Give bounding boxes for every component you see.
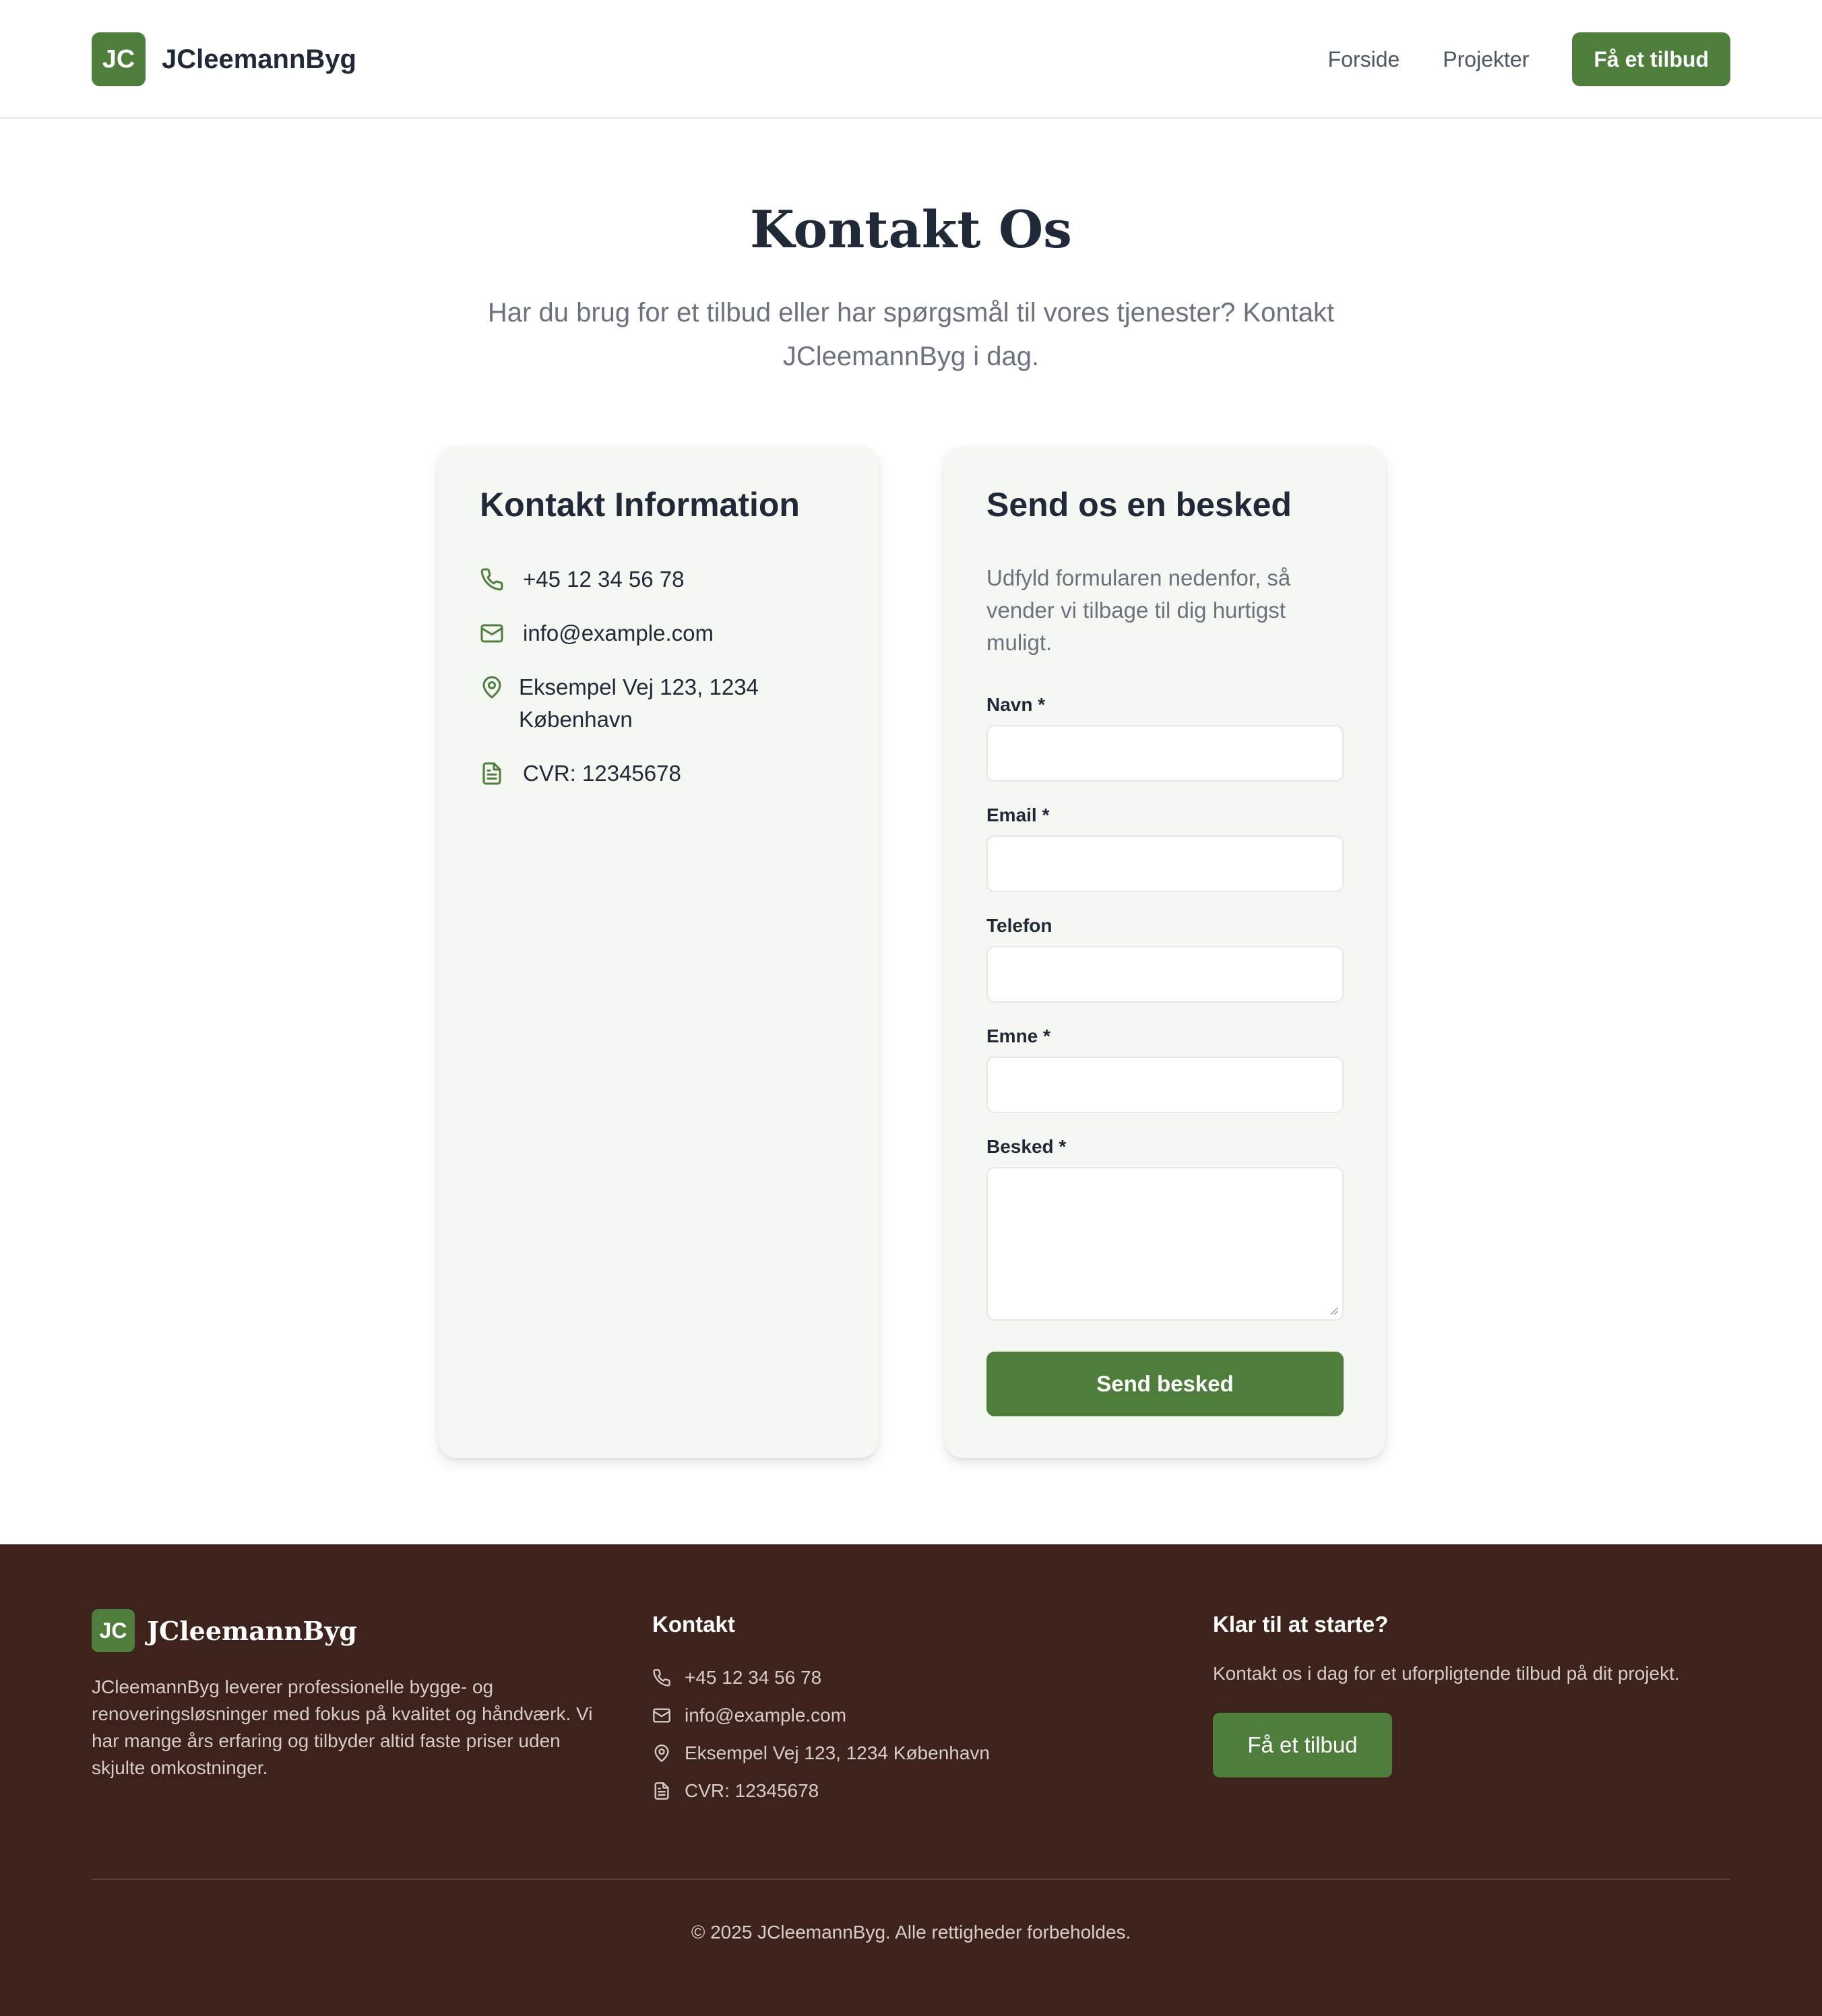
subject-input[interactable] xyxy=(986,1057,1344,1113)
resize-handle-icon[interactable] xyxy=(1327,1304,1338,1315)
phone-input[interactable] xyxy=(986,946,1344,1003)
mail-icon xyxy=(480,617,507,650)
message-label: Besked * xyxy=(986,1136,1067,1157)
form-intro: Udfyld formularen nedenfor, så vender vi… xyxy=(986,565,1291,655)
logo-mark: JC xyxy=(92,32,146,86)
footer-email[interactable]: info@example.com xyxy=(685,1705,846,1726)
footer-contact-heading: Kontakt xyxy=(652,1612,735,1637)
phone-icon xyxy=(480,563,507,596)
page-subtitle: Har du brug for et tilbud eller har spør… xyxy=(487,298,1335,371)
site-header: JC JCleemannByg Forside Projekter Få et … xyxy=(0,0,1822,119)
nav-quote-button[interactable]: Få et tilbud xyxy=(1572,32,1730,86)
footer-cta-heading: Klar til at starte? xyxy=(1213,1612,1389,1637)
contact-address-row: Eksempel Vej 123, 1234 København xyxy=(480,671,759,736)
nav-link-forside[interactable]: Forside xyxy=(1328,47,1400,72)
footer-address-row: Eksempel Vej 123, 1234 København xyxy=(652,1740,990,1767)
footer-phone[interactable]: +45 12 34 56 78 xyxy=(685,1667,821,1689)
footer-logo-mark: JC xyxy=(92,1609,135,1652)
contact-email[interactable]: info@example.com xyxy=(523,617,714,650)
contact-cvr: CVR: 12345678 xyxy=(523,761,681,786)
email-input[interactable] xyxy=(986,836,1344,892)
footer-address: Eksempel Vej 123, 1234 København xyxy=(685,1742,990,1763)
footer-brand-name: JCleemannByg xyxy=(147,1615,357,1646)
email-label: Email * xyxy=(986,805,1050,825)
page-title: Kontakt Os xyxy=(750,199,1072,259)
brand-logo[interactable]: JC JCleemannByg xyxy=(92,32,356,86)
footer-cta-text: Kontakt os i dag for et uforpligtende ti… xyxy=(1213,1663,1680,1684)
contact-address-line1: Eksempel Vej 123, 1234 xyxy=(519,674,759,699)
footer-cvr: CVR: 12345678 xyxy=(685,1780,819,1801)
send-message-button[interactable]: Send besked xyxy=(986,1352,1344,1416)
contact-address-line2: København xyxy=(519,707,633,732)
main-nav: Forside Projekter Få et tilbud xyxy=(1328,32,1730,86)
footer-copyright: © 2025 JCleemannByg. Alle rettigheder fo… xyxy=(691,1922,1131,1943)
contact-phone[interactable]: +45 12 34 56 78 xyxy=(523,563,684,596)
map-pin-icon xyxy=(652,1742,674,1764)
message-textarea[interactable] xyxy=(986,1167,1344,1321)
phone-icon xyxy=(652,1667,674,1689)
footer-phone-row: +45 12 34 56 78 xyxy=(652,1664,821,1691)
contact-form-card: Send os en besked Udfyld formularen nede… xyxy=(945,446,1385,1458)
subject-label: Emne * xyxy=(986,1026,1050,1046)
footer-brand[interactable]: JC JCleemannByg xyxy=(92,1609,357,1652)
brand-name: JCleemannByg xyxy=(162,44,356,74)
contact-cvr-row: CVR: 12345678 xyxy=(480,757,681,790)
form-title: Send os en besked xyxy=(986,486,1292,524)
document-icon xyxy=(652,1780,674,1802)
contact-info-card: Kontakt Information +45 12 34 56 78 info… xyxy=(438,446,879,1458)
map-pin-icon xyxy=(480,671,504,703)
name-label: Navn * xyxy=(986,694,1046,715)
footer-quote-button[interactable]: Få et tilbud xyxy=(1213,1713,1392,1777)
phone-label: Telefon xyxy=(986,915,1053,936)
name-input[interactable] xyxy=(986,725,1344,782)
footer-divider xyxy=(92,1879,1730,1880)
contact-info-title: Kontakt Information xyxy=(480,486,800,524)
footer-about: JCleemannByg leverer professionelle bygg… xyxy=(92,1676,593,1778)
site-footer: JC JCleemannByg JCleemannByg leverer pro… xyxy=(0,1544,1822,2016)
footer-cvr-row: CVR: 12345678 xyxy=(652,1777,819,1804)
mail-icon xyxy=(652,1705,674,1726)
contact-address: Eksempel Vej 123, 1234 København xyxy=(519,671,759,736)
nav-link-projekter[interactable]: Projekter xyxy=(1443,47,1529,72)
contact-phone-row: +45 12 34 56 78 xyxy=(480,563,684,596)
document-icon xyxy=(480,757,507,790)
contact-email-row: info@example.com xyxy=(480,617,714,650)
footer-email-row: info@example.com xyxy=(652,1702,846,1729)
